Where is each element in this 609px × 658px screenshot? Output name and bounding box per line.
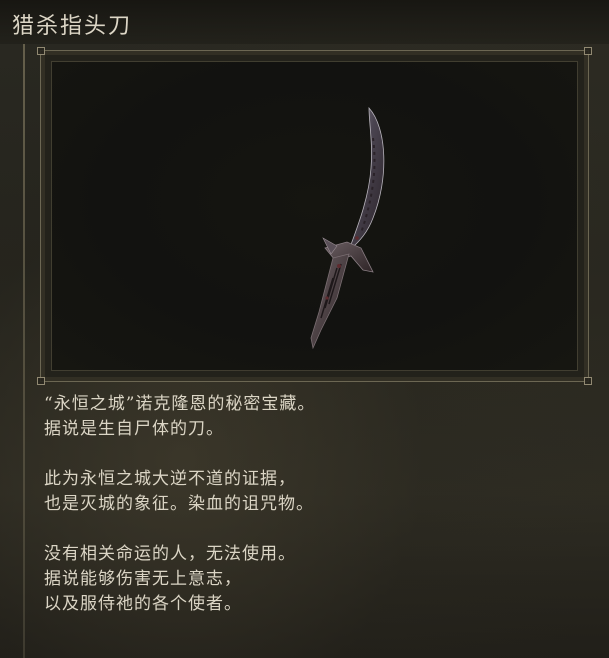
description-line: 此为永恒之城大逆不道的证据， [44,469,296,489]
item-title: 猎杀指头刀 [12,14,133,39]
item-description: “永恒之城”诺克隆恩的秘密宝藏。 据说是生自尸体的刀。 此为永恒之城大逆不道的证… [44,392,584,642]
item-image-area [51,61,578,371]
frame-corner [584,47,592,55]
divider [23,44,25,658]
item-image-frame [37,47,592,385]
frame-corner [37,377,45,385]
description-paragraph: 此为永恒之城大逆不道的证据， 也是灭城的象征。染血的诅咒物。 [44,467,584,517]
frame-corner [37,47,45,55]
title-bar: 猎杀指头刀 [0,0,609,44]
description-line: “永恒之城”诺克隆恩的秘密宝藏。 [44,394,316,414]
description-line: 也是灭城的象征。染血的诅咒物。 [44,494,314,514]
item-detail-panel: 猎杀指头刀 “永恒之城”诺克隆恩的秘密宝藏。 据说是生自尸体的刀。 此为永恒之城… [0,0,609,658]
description-line: 以及服侍祂的各个使者。 [44,594,242,614]
description-line: 没有相关命运的人，无法使用。 [44,544,296,564]
curved-bone-dagger-icon [310,106,385,350]
description-line: 据说是生自尸体的刀。 [44,419,224,439]
description-paragraph: “永恒之城”诺克隆恩的秘密宝藏。 据说是生自尸体的刀。 [44,392,584,442]
description-paragraph: 没有相关命运的人，无法使用。 据说能够伤害无上意志， 以及服侍祂的各个使者。 [44,542,584,617]
frame-corner [584,377,592,385]
description-line: 据说能够伤害无上意志， [44,569,242,589]
